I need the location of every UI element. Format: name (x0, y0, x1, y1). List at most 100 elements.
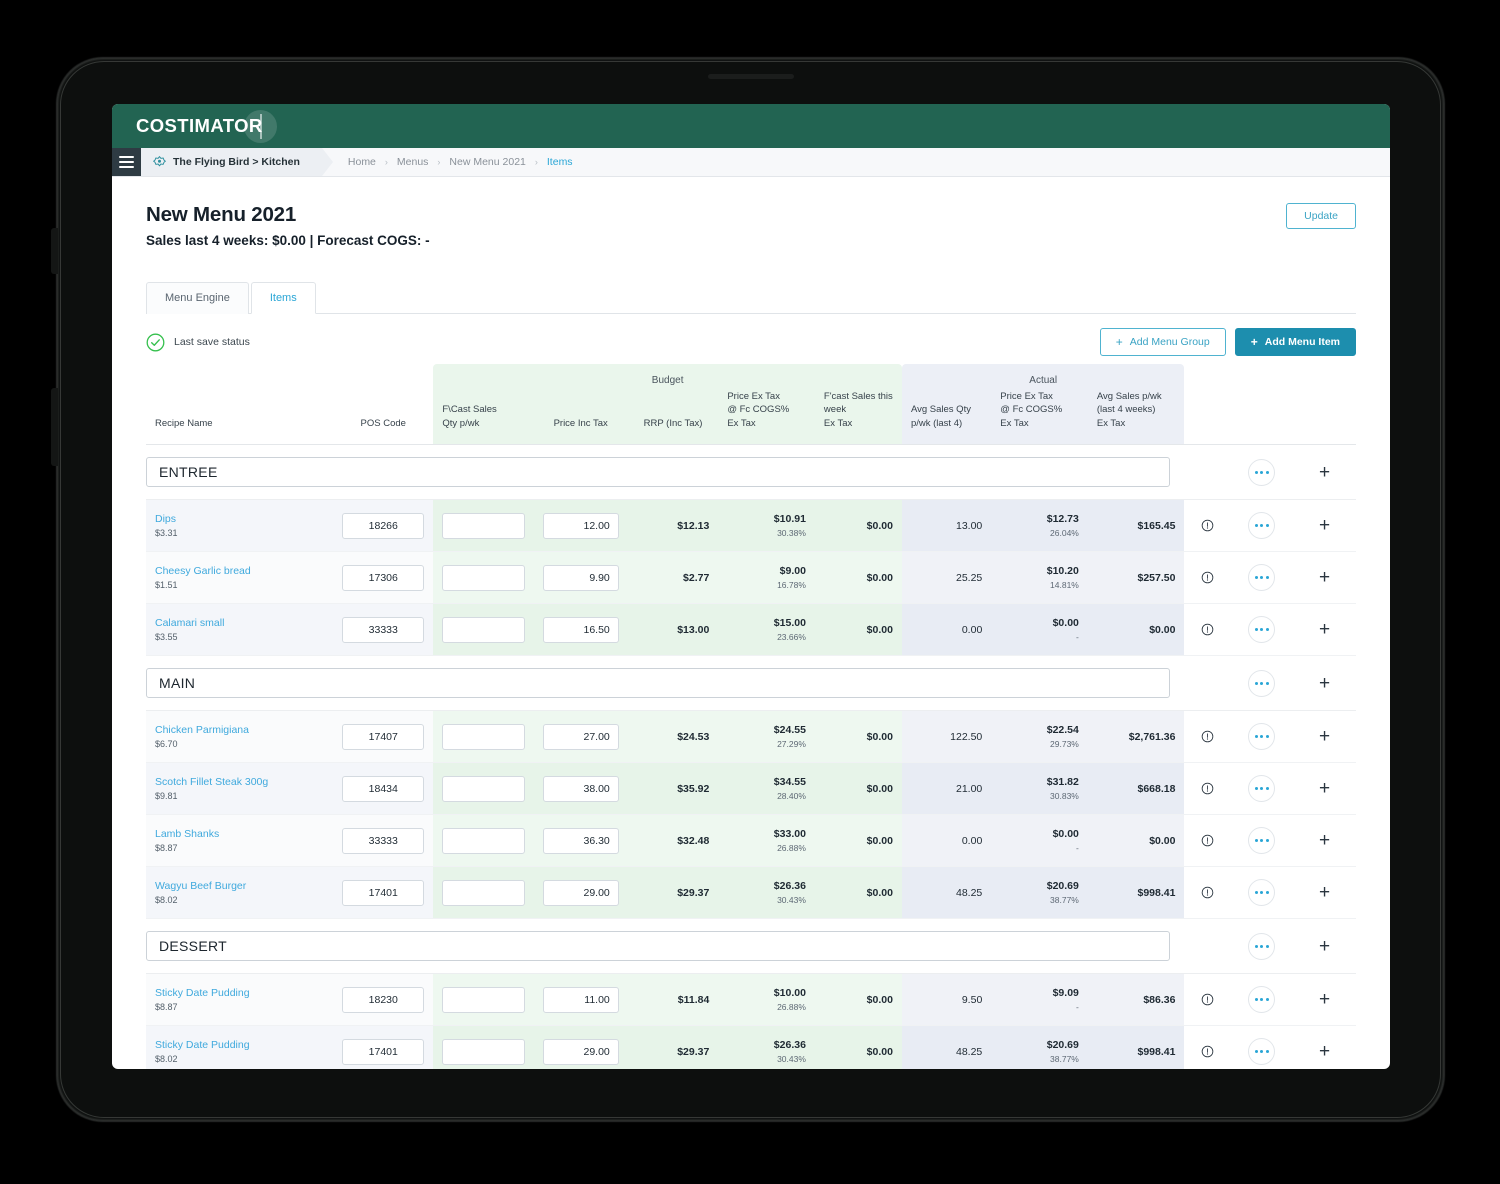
actual-price-ex-tax-cell: $0.00 - (991, 814, 1088, 868)
add-menu-group-button[interactable]: + Add Menu Group (1099, 328, 1226, 356)
add-row-plus-icon[interactable]: + (1302, 568, 1347, 587)
row-info-cell (1184, 866, 1231, 920)
recipe-name-link[interactable]: Cheesy Garlic bread (155, 565, 324, 577)
recipe-name-link[interactable]: Calamari small (155, 617, 324, 629)
table-body: + Dips $3.31 $12.13 $10.91 30.38% $0.00 13.00 $1… (146, 444, 1356, 1069)
fcast-sales-qty-input[interactable] (442, 879, 525, 906)
fcast-sales-qty-input[interactable] (442, 775, 525, 802)
add-row-plus-icon[interactable]: + (1302, 516, 1347, 535)
recipe-name-link[interactable]: Sticky Date Pudding (155, 1039, 324, 1051)
pos-code-input[interactable] (342, 775, 425, 802)
menu-hamburger-icon[interactable] (112, 148, 141, 176)
info-icon[interactable] (1201, 571, 1214, 584)
row-actions-dots-button[interactable] (1248, 564, 1276, 592)
fcast-sales-qty-input[interactable] (442, 564, 525, 591)
row-actions-dots-button[interactable] (1248, 827, 1276, 855)
row-actions-dots-button[interactable] (1248, 512, 1276, 540)
pos-code-input[interactable] (342, 1038, 425, 1065)
budget-price-ex-tax-cell: $26.36 30.43% (718, 1025, 815, 1069)
pos-code-input[interactable] (342, 879, 425, 906)
row-actions-dots-button[interactable] (1248, 723, 1276, 751)
price-inc-tax-input[interactable] (542, 879, 619, 906)
actual-avg-sales-qty-value: 0.00 (961, 623, 983, 636)
price-inc-tax-input[interactable] (542, 827, 619, 854)
breadcrumb-site[interactable]: The Flying Bird > Kitchen (141, 148, 333, 176)
add-menu-item-label: Add Menu Item (1264, 336, 1340, 348)
fcast-sales-qty-cell (433, 866, 534, 920)
actual-avg-sales-qty-value: 9.50 (961, 993, 983, 1006)
tab-menu-engine[interactable]: Menu Engine (146, 282, 249, 314)
breadcrumb-item-items[interactable]: Items (547, 156, 573, 168)
menu-group-name-input[interactable] (146, 931, 1171, 962)
breadcrumb-item-menus[interactable]: Menus (397, 156, 429, 168)
recipe-name-link[interactable]: Dips (155, 513, 324, 525)
pos-code-input[interactable] (342, 616, 425, 643)
tab-items[interactable]: Items (250, 282, 316, 314)
add-row-plus-icon[interactable]: + (1302, 727, 1347, 746)
plus-icon: + (1115, 335, 1123, 349)
add-row-plus-icon[interactable]: + (1293, 937, 1356, 956)
actual-cogs-percent: 29.73% (1050, 739, 1079, 750)
add-row-plus-icon[interactable]: + (1293, 674, 1356, 693)
fcast-sales-qty-input[interactable] (442, 986, 525, 1013)
row-actions-dots-button[interactable] (1248, 986, 1276, 1014)
breadcrumb-item-new-menu-2021[interactable]: New Menu 2021 (449, 156, 525, 168)
dot (1265, 891, 1269, 895)
pos-code-input[interactable] (342, 723, 425, 750)
info-icon[interactable] (1201, 993, 1214, 1006)
info-icon[interactable] (1201, 1045, 1214, 1058)
add-row-plus-icon[interactable]: + (1302, 831, 1347, 850)
price-inc-tax-input[interactable] (542, 723, 619, 750)
fcast-sales-qty-input[interactable] (442, 616, 525, 643)
price-inc-tax-input[interactable] (542, 986, 619, 1013)
update-button[interactable]: Update (1286, 203, 1356, 229)
price-inc-tax-input[interactable] (542, 775, 619, 802)
row-actions-dots-button[interactable] (1248, 669, 1276, 697)
fcast-sales-qty-input[interactable] (442, 827, 525, 854)
recipe-name-link[interactable]: Lamb Shanks (155, 828, 324, 840)
add-row-plus-icon[interactable]: + (1302, 779, 1347, 798)
info-icon[interactable] (1201, 782, 1214, 795)
add-menu-item-button[interactable]: + Add Menu Item (1234, 328, 1356, 356)
row-actions-dots-button[interactable] (1248, 932, 1276, 960)
add-row-plus-icon[interactable]: + (1302, 620, 1347, 639)
row-actions-dots-button[interactable] (1248, 879, 1276, 907)
row-actions-dots-button[interactable] (1248, 616, 1276, 644)
recipe-name-cell: Sticky Date Pudding $8.02 (146, 1025, 334, 1069)
info-icon[interactable] (1201, 834, 1214, 847)
row-actions-dots-button[interactable] (1248, 775, 1276, 803)
app-logo[interactable]: COSTIMATOR (136, 104, 277, 148)
fcast-sales-qty-input[interactable] (442, 1038, 525, 1065)
add-row-plus-icon[interactable]: + (1302, 1042, 1347, 1061)
breadcrumb-separator: › (437, 157, 441, 167)
recipe-cost-label: $1.51 (155, 580, 178, 591)
row-actions-cell (1230, 814, 1294, 868)
fcast-sales-qty-input[interactable] (442, 723, 525, 750)
recipe-name-link[interactable]: Chicken Parmigiana (155, 724, 324, 736)
menu-item-row: Wagyu Beef Burger $8.02 $29.37 $26.36 30.43%… (146, 866, 1356, 920)
price-inc-tax-input[interactable] (542, 616, 619, 643)
info-icon[interactable] (1201, 730, 1214, 743)
pos-code-input[interactable] (342, 512, 425, 539)
price-inc-tax-input[interactable] (542, 1038, 619, 1065)
price-inc-tax-input[interactable] (542, 564, 619, 591)
row-actions-dots-button[interactable] (1248, 458, 1276, 486)
pos-code-input[interactable] (342, 564, 425, 591)
price-inc-tax-input[interactable] (542, 512, 619, 539)
menu-group-name-input[interactable] (146, 668, 1171, 699)
add-row-plus-icon[interactable]: + (1293, 463, 1356, 482)
info-icon[interactable] (1201, 886, 1214, 899)
menu-group-name-input[interactable] (146, 457, 1171, 488)
info-icon[interactable] (1201, 519, 1214, 532)
add-row-plus-icon[interactable]: + (1302, 883, 1347, 902)
pos-code-input[interactable] (342, 986, 425, 1013)
fcast-sales-qty-input[interactable] (442, 512, 525, 539)
recipe-name-link[interactable]: Wagyu Beef Burger (155, 880, 324, 892)
pos-code-input[interactable] (342, 827, 425, 854)
recipe-name-link[interactable]: Sticky Date Pudding (155, 987, 324, 999)
info-icon[interactable] (1201, 623, 1214, 636)
recipe-name-link[interactable]: Scotch Fillet Steak 300g (155, 776, 324, 788)
add-row-plus-icon[interactable]: + (1302, 990, 1347, 1009)
breadcrumb-item-home[interactable]: Home (348, 156, 376, 168)
row-actions-dots-button[interactable] (1248, 1038, 1276, 1066)
